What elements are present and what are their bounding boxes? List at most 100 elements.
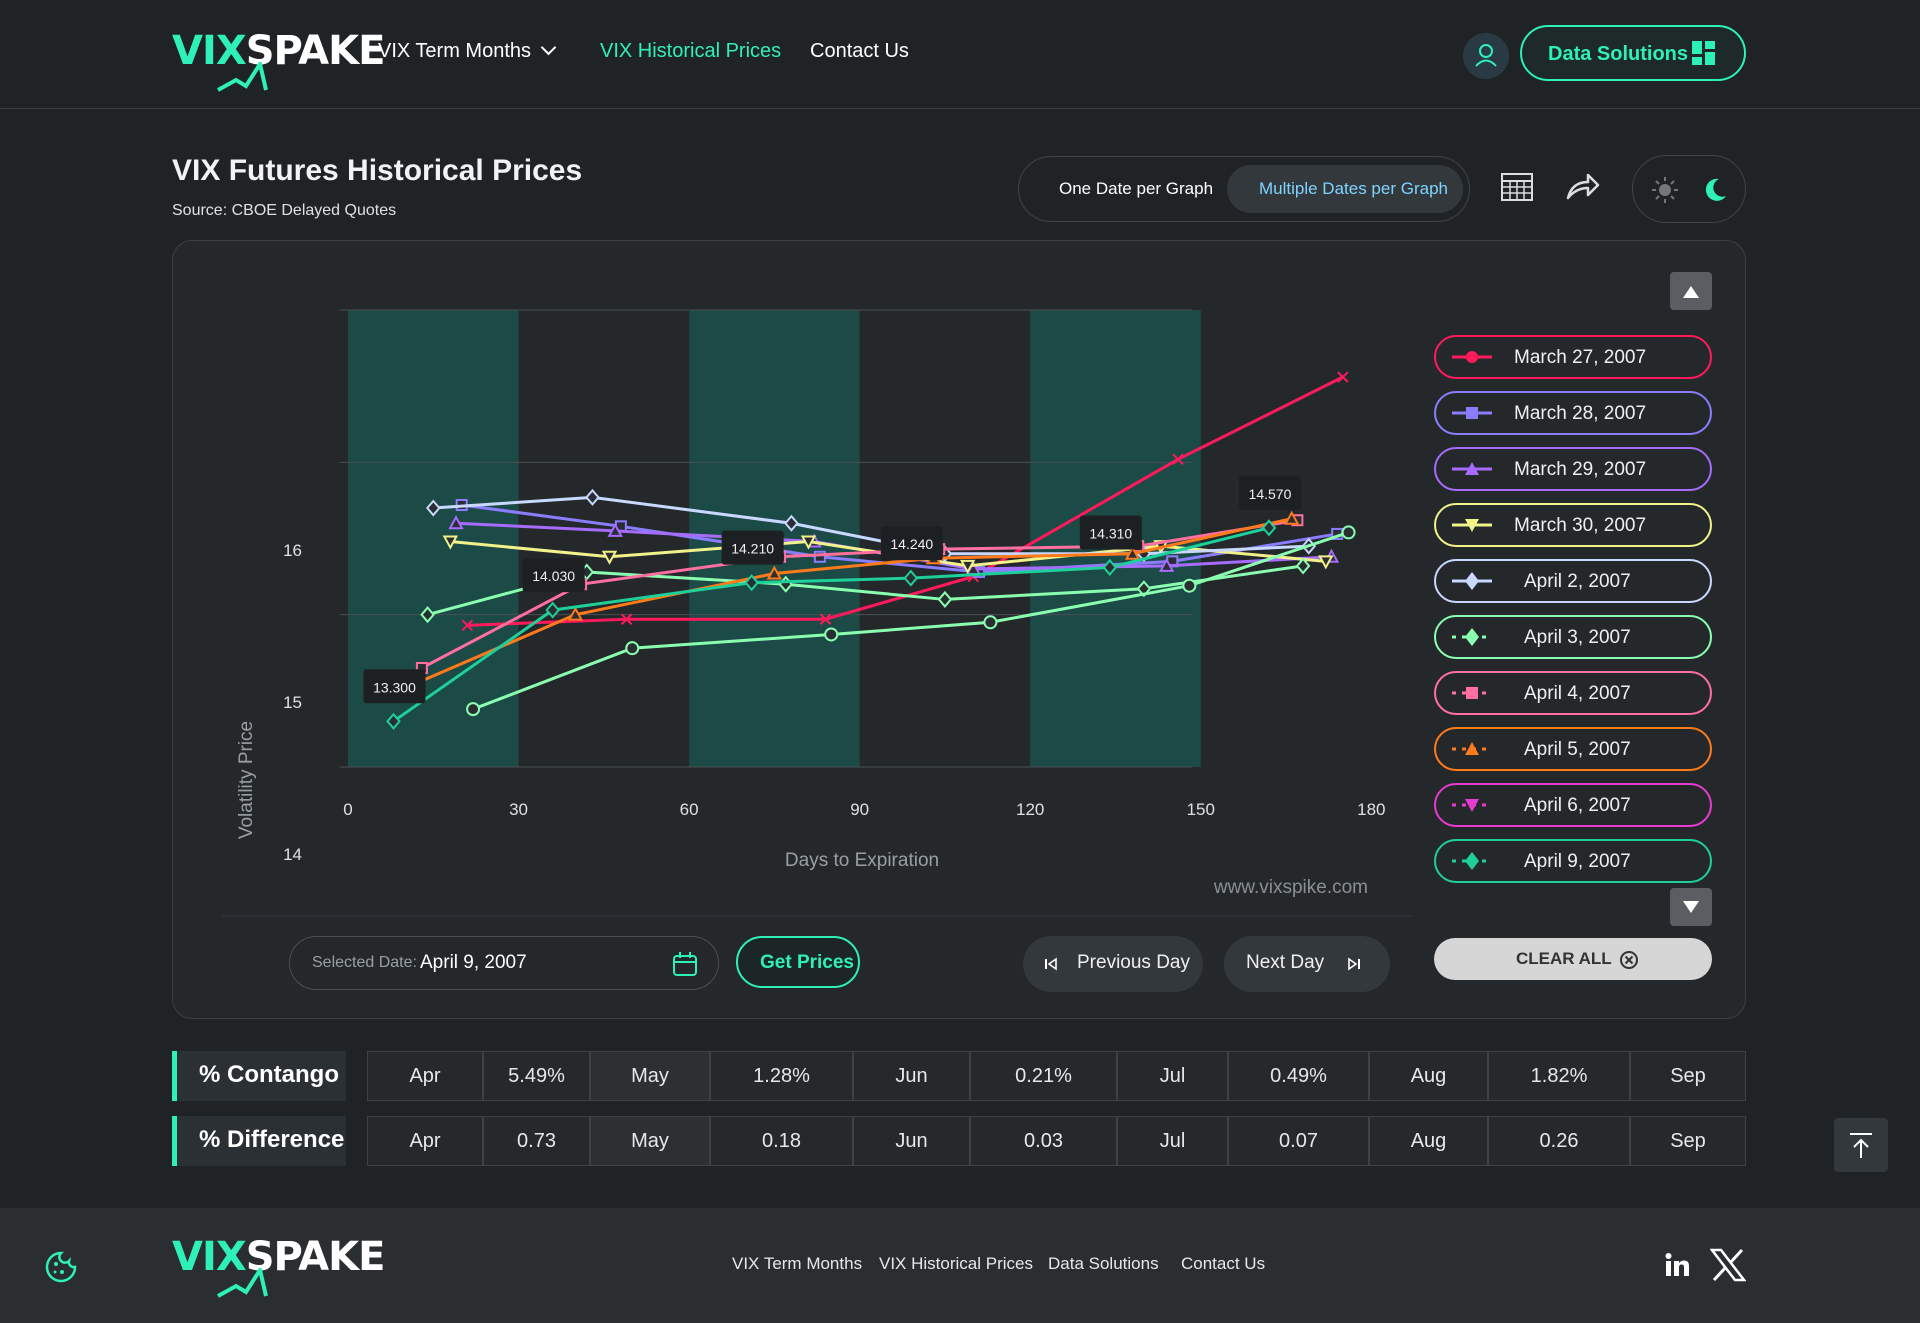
diamond-marker-icon <box>1452 628 1492 646</box>
legend-item[interactable]: April 2, 2007 <box>1434 559 1712 603</box>
footer-link-data-solutions[interactable]: Data Solutions <box>1048 1254 1159 1274</box>
x-tick-label: 120 <box>1016 800 1044 819</box>
selected-date-field[interactable]: Selected Date: April 9, 2007 <box>289 936 719 990</box>
cookie-icon[interactable] <box>44 1250 78 1284</box>
linkedin-icon[interactable] <box>1664 1252 1690 1278</box>
contango-month-cell: Jul <box>1117 1051 1228 1101</box>
legend-item[interactable]: April 3, 2007 <box>1434 615 1712 659</box>
diamond-marker-icon <box>1452 572 1492 590</box>
contango-label: % Contango <box>172 1051 346 1101</box>
chart-watermark: www.vixspike.com <box>1213 877 1368 898</box>
legend-item-label: March 27, 2007 <box>1514 347 1647 368</box>
footer-link-vix-historical-prices[interactable]: VIX Historical Prices <box>879 1254 1033 1274</box>
difference-month-cell: May <box>590 1116 710 1166</box>
contango-month-cell: Apr <box>367 1051 483 1101</box>
legend-item-label: March 30, 2007 <box>1514 515 1647 536</box>
legend-item[interactable]: March 27, 2007 <box>1434 335 1712 379</box>
footer-link-vix-term-months[interactable]: VIX Term Months <box>732 1254 862 1274</box>
x-tick-label: 60 <box>680 800 699 819</box>
calendar-icon[interactable] <box>672 951 698 977</box>
data-point[interactable] <box>1182 578 1197 593</box>
scroll-to-top-button[interactable] <box>1834 1118 1888 1172</box>
contango-value-cell: 5.49% <box>483 1051 590 1101</box>
previous-day-button[interactable]: Previous Day <box>1023 936 1203 992</box>
clear-all-button[interactable]: CLEAR ALL <box>1434 938 1712 980</box>
legend-item[interactable]: March 28, 2007 <box>1434 391 1712 435</box>
tab-multiple-dates-per-graph[interactable]: Multiple Dates per Graph <box>1227 165 1463 213</box>
legend-item[interactable]: March 30, 2007 <box>1434 503 1712 547</box>
theme-switch[interactable] <box>1632 155 1746 223</box>
data-label: 14.240 <box>890 536 933 552</box>
contango-value-cell: 1.82% <box>1488 1051 1630 1101</box>
y-tick-label: 14 <box>283 845 302 864</box>
contango-value-cell: 0.21% <box>970 1051 1117 1101</box>
y-tick-label: 15 <box>283 693 302 712</box>
site-logo[interactable]: VIXSPAKE <box>172 28 385 92</box>
grid-icon <box>1692 41 1715 65</box>
data-point[interactable] <box>1337 371 1349 383</box>
difference-month-cell: Sep <box>1630 1116 1746 1166</box>
legend-scroll-up-button[interactable] <box>1670 272 1712 310</box>
data-point[interactable] <box>983 615 998 630</box>
nav-contact-us[interactable]: Contact Us <box>810 40 909 63</box>
data-point[interactable] <box>625 641 640 656</box>
user-account-button[interactable] <box>1463 33 1509 79</box>
difference-month-cell: Aug <box>1369 1116 1488 1166</box>
scroll-top-icon <box>1850 1133 1872 1158</box>
nav-vix-historical-prices[interactable]: VIX Historical Prices <box>600 40 781 63</box>
legend-item[interactable]: April 6, 2007 <box>1434 783 1712 827</box>
skip-back-icon <box>1045 957 1057 971</box>
square-marker-icon <box>1452 407 1492 419</box>
skip-forward-icon <box>1348 957 1360 971</box>
data-point[interactable] <box>466 702 481 717</box>
data-point[interactable] <box>903 569 919 587</box>
triangle-marker-icon <box>1452 742 1492 755</box>
legend-item-label: April 4, 2007 <box>1524 683 1631 704</box>
contango-value-cell: 1.28% <box>710 1051 853 1101</box>
page-title: VIX Futures Historical Prices <box>172 154 583 187</box>
share-icon[interactable] <box>1566 172 1600 202</box>
legend-item[interactable]: March 29, 2007 <box>1434 447 1712 491</box>
difference-value-cell: 0.07 <box>1228 1116 1369 1166</box>
legend-item[interactable]: April 5, 2007 <box>1434 727 1712 771</box>
get-prices-button[interactable]: Get Prices <box>736 936 860 988</box>
x-tick-label: 180 <box>1357 800 1385 819</box>
data-solutions-button[interactable]: Data Solutions <box>1520 25 1746 81</box>
legend-item-label: March 29, 2007 <box>1514 459 1647 480</box>
x-tick-label: 30 <box>509 800 528 819</box>
data-point[interactable] <box>824 627 839 642</box>
footer-link-contact-us[interactable]: Contact Us <box>1181 1254 1265 1274</box>
legend-item[interactable]: April 9, 2007 <box>1434 839 1712 883</box>
data-point[interactable] <box>1341 525 1356 540</box>
legend-item[interactable]: April 4, 2007 <box>1434 671 1712 715</box>
data-label: 13.300 <box>373 679 416 695</box>
tab-one-date-per-graph[interactable]: One Date per Graph <box>1059 179 1213 199</box>
legend-item-label: April 9, 2007 <box>1524 851 1631 872</box>
moon-icon[interactable] <box>1701 176 1729 204</box>
contango-month-cell: Aug <box>1369 1051 1488 1101</box>
data-point[interactable] <box>937 590 953 608</box>
x-tick-label: 0 <box>343 800 352 819</box>
data-label: 14.210 <box>731 541 774 557</box>
next-day-button[interactable]: Next Day <box>1224 936 1390 992</box>
x-icon[interactable] <box>1710 1248 1746 1282</box>
triangle-down-marker-icon <box>1452 799 1492 812</box>
x-tick-label: 150 <box>1187 800 1215 819</box>
contango-value-cell: 0.49% <box>1228 1051 1369 1101</box>
chevron-down-icon <box>540 39 557 56</box>
circle-marker-icon <box>1452 351 1492 363</box>
table-icon[interactable] <box>1500 170 1534 204</box>
difference-value-cell: 0.73 <box>483 1116 590 1166</box>
data-point[interactable] <box>585 488 600 506</box>
footer-logo[interactable]: VIXSPAKE <box>172 1234 385 1298</box>
difference-value-cell: 0.03 <box>970 1116 1117 1166</box>
legend-scroll-down-button[interactable] <box>1670 888 1712 926</box>
legend-item-label: March 28, 2007 <box>1514 403 1647 424</box>
sun-icon[interactable] <box>1651 176 1679 204</box>
data-label: 14.310 <box>1089 525 1132 541</box>
triangle-marker-icon <box>1452 462 1492 475</box>
difference-month-cell: Apr <box>367 1116 483 1166</box>
nav-vix-term-months[interactable]: VIX Term Months <box>378 39 557 63</box>
page-source: Source: CBOE Delayed Quotes <box>172 202 397 219</box>
contango-month-cell: Sep <box>1630 1051 1746 1101</box>
